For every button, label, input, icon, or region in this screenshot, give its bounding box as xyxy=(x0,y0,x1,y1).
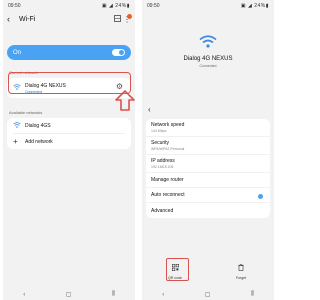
status-time: 09:50 xyxy=(8,2,21,9)
status-bar: 09:50 ▣ ◢ 24%▮ xyxy=(3,0,135,11)
manage-router-item[interactable]: Manage router xyxy=(146,173,270,188)
wifi-icon xyxy=(142,11,274,50)
gear-highlight-box xyxy=(8,72,131,94)
system-nav-bar: ‹ ▢ ⫼ xyxy=(142,289,274,300)
auto-reconnect-item[interactable]: Auto reconnect xyxy=(146,188,270,203)
back-row: ‹ xyxy=(142,99,274,119)
network-name: Dialog 4GS xyxy=(25,122,51,129)
plus-icon: + xyxy=(13,137,18,146)
list-item[interactable]: Dialog 4GS xyxy=(7,118,131,133)
network-status: Connected xyxy=(199,64,217,68)
network-details-screen: 09:50 ▣ ◢ 24%▮ Dialog 4G NEXUS Connected… xyxy=(142,0,274,300)
auto-reconnect-toggle[interactable] xyxy=(251,193,264,200)
advanced-item[interactable]: Advanced xyxy=(146,203,270,218)
nav-back-icon[interactable]: ‹ xyxy=(23,292,25,298)
notification-badge xyxy=(127,13,132,19)
status-icons: ▣ ◢ 24%▮ xyxy=(240,2,269,9)
available-networks-list: Dialog 4GS + Add network xyxy=(7,118,131,149)
wifi-master-toggle-row[interactable]: On xyxy=(7,45,131,60)
wifi-list-screen: 09:50 ▣ ◢ 24%▮ ‹ Wi-Fi ⋮ On Current netw… xyxy=(3,0,135,300)
nav-home-icon[interactable]: ▢ xyxy=(205,291,211,298)
status-icons: ▣ ◢ 24%▮ xyxy=(101,2,130,9)
add-network-label: Add network xyxy=(25,138,53,145)
detail-ip-address: IP address 192.168.8.105 xyxy=(146,155,270,173)
network-header: Dialog 4G NEXUS Connected xyxy=(142,11,274,99)
wifi-toggle-label: On xyxy=(13,49,22,56)
add-network-item[interactable]: + Add network xyxy=(7,134,131,149)
nav-recents-icon[interactable]: ⫼ xyxy=(251,291,254,298)
system-nav-bar: ‹ ▢ ⫼ xyxy=(3,289,135,300)
nav-recents-icon[interactable]: ⫼ xyxy=(112,291,115,298)
network-details-list: Network speed 144 Mbps Security WPA/WPA2… xyxy=(146,119,270,218)
status-time: 09:50 xyxy=(147,2,160,9)
app-bar: ‹ Wi-Fi ⋮ xyxy=(3,11,135,27)
up-arrow-annotation xyxy=(115,90,135,111)
trash-icon xyxy=(226,264,256,274)
qr-scan-icon[interactable] xyxy=(112,14,123,24)
back-icon[interactable]: ‹ xyxy=(7,14,17,24)
network-name: Dialog 4G NEXUS xyxy=(183,56,233,62)
wifi-toggle-switch[interactable] xyxy=(112,49,125,56)
forget-button[interactable]: Forget xyxy=(226,264,256,280)
qr-highlight-box xyxy=(166,258,189,281)
bottom-actions: QR code Forget xyxy=(142,255,274,289)
detail-security: Security WPA/WPA2-Personal xyxy=(146,137,270,155)
forget-label: Forget xyxy=(235,276,247,280)
nav-home-icon[interactable]: ▢ xyxy=(66,291,72,298)
more-options-icon[interactable]: ⋮ xyxy=(123,13,132,24)
page-title: Wi-Fi xyxy=(19,15,36,23)
wifi-icon xyxy=(13,121,25,130)
back-icon[interactable]: ‹ xyxy=(148,105,151,114)
detail-network-speed: Network speed 144 Mbps xyxy=(146,119,270,137)
status-bar: 09:50 ▣ ◢ 24%▮ xyxy=(142,0,274,11)
nav-back-icon[interactable]: ‹ xyxy=(162,292,164,298)
